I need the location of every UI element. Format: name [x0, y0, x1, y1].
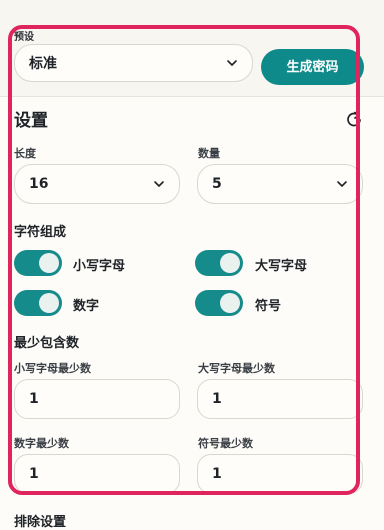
count-select[interactable]: 5	[197, 164, 363, 204]
toggle-knob	[39, 253, 59, 273]
uppercase-toggle[interactable]	[195, 250, 243, 276]
uppercase-toggle-label: 大写字母	[255, 259, 308, 274]
chevron-down-icon	[227, 60, 237, 66]
count-select-value: 5	[212, 176, 222, 192]
min-digits-input[interactable]: 1	[14, 454, 180, 494]
preset-select-value: 标准	[29, 56, 57, 72]
min-digits-label: 数字最少数	[14, 437, 69, 450]
toggle-knob	[220, 293, 240, 313]
length-select-value: 16	[29, 176, 49, 192]
generate-password-button[interactable]: 生成密码	[261, 49, 364, 85]
min-symbols-value: 1	[212, 466, 222, 482]
preset-select[interactable]: 标准	[14, 44, 253, 82]
min-symbols-label: 符号最少数	[198, 437, 253, 450]
min-lowercase-label: 小写字母最少数	[14, 362, 91, 375]
min-lowercase-value: 1	[29, 391, 39, 407]
length-select[interactable]: 16	[14, 164, 180, 204]
settings-title: 设置	[14, 111, 48, 131]
min-uppercase-label: 大写字母最少数	[198, 362, 275, 375]
toggle-knob	[39, 293, 59, 313]
lowercase-toggle-label: 小写字母	[73, 259, 126, 274]
chevron-down-icon	[337, 181, 347, 187]
min-uppercase-input[interactable]: 1	[197, 379, 363, 419]
exclude-title: 排除设置	[14, 515, 67, 530]
length-label: 长度	[14, 147, 36, 160]
digits-toggle[interactable]	[14, 290, 62, 316]
min-symbols-input[interactable]: 1	[197, 454, 363, 494]
minimums-title: 最少包含数	[14, 336, 80, 351]
lowercase-toggle[interactable]	[14, 250, 62, 276]
count-label: 数量	[198, 147, 220, 160]
charset-title: 字符组成	[14, 225, 67, 240]
min-lowercase-input[interactable]: 1	[14, 379, 180, 419]
symbols-toggle[interactable]	[195, 290, 243, 316]
min-uppercase-value: 1	[212, 391, 222, 407]
toggle-knob	[220, 253, 240, 273]
min-digits-value: 1	[29, 466, 39, 482]
digits-toggle-label: 数字	[73, 299, 100, 314]
chevron-down-icon	[154, 181, 164, 187]
symbols-toggle-label: 符号	[255, 299, 282, 314]
refresh-icon[interactable]	[346, 111, 362, 127]
preset-label: 预设	[14, 32, 34, 43]
